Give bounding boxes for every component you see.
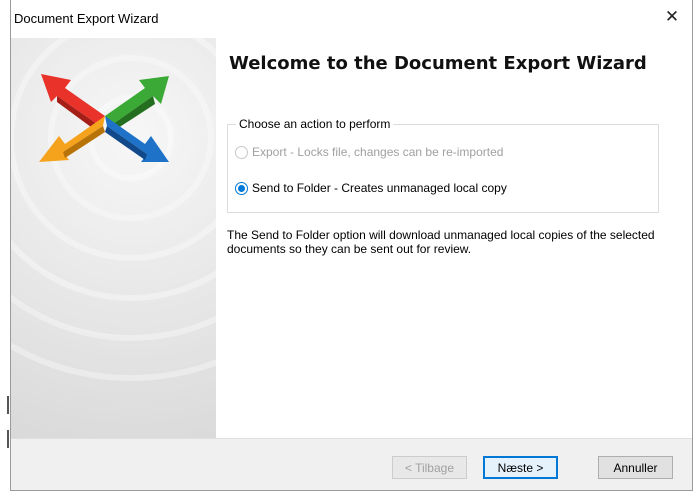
option-description: The Send to Folder option will download …: [227, 228, 655, 256]
action-groupbox: Choose an action to perform Export - Loc…: [227, 117, 659, 213]
page-title: Welcome to the Document Export Wizard: [229, 53, 647, 74]
radio-option-label: Export - Locks file, changes can be re-i…: [252, 145, 504, 159]
radio-option-send-to-folder[interactable]: Send to Folder - Creates unmanaged local…: [235, 181, 507, 195]
back-button[interactable]: < Tilbage: [392, 456, 467, 479]
cancel-button[interactable]: Annuller: [598, 456, 673, 479]
radio-option-export[interactable]: Export - Locks file, changes can be re-i…: [235, 145, 503, 159]
window-edge-mark: [7, 396, 9, 414]
wizard-footer: < Tilbage Næste > Annuller: [11, 439, 692, 490]
window-edge-mark: [7, 430, 9, 448]
close-icon: ✕: [664, 6, 680, 26]
window-title: Document Export Wizard: [14, 11, 159, 26]
radio-option-label: Send to Folder - Creates unmanaged local…: [252, 181, 507, 195]
title-bar[interactable]: Document Export Wizard ✕: [11, 0, 692, 33]
radio-button-icon[interactable]: [235, 145, 248, 159]
next-button[interactable]: Næste >: [483, 456, 558, 479]
close-button[interactable]: ✕: [652, 0, 692, 33]
four-direction-arrows-icon: [39, 74, 169, 162]
wizard-window: Document Export Wizard ✕ Welcome to the …: [10, 0, 693, 491]
wizard-side-panel: [11, 38, 216, 438]
wizard-content: Welcome to the Document Export Wizard Ch…: [227, 38, 687, 438]
radio-button-selected-icon[interactable]: [235, 181, 248, 195]
groupbox-legend: Choose an action to perform: [236, 117, 394, 131]
